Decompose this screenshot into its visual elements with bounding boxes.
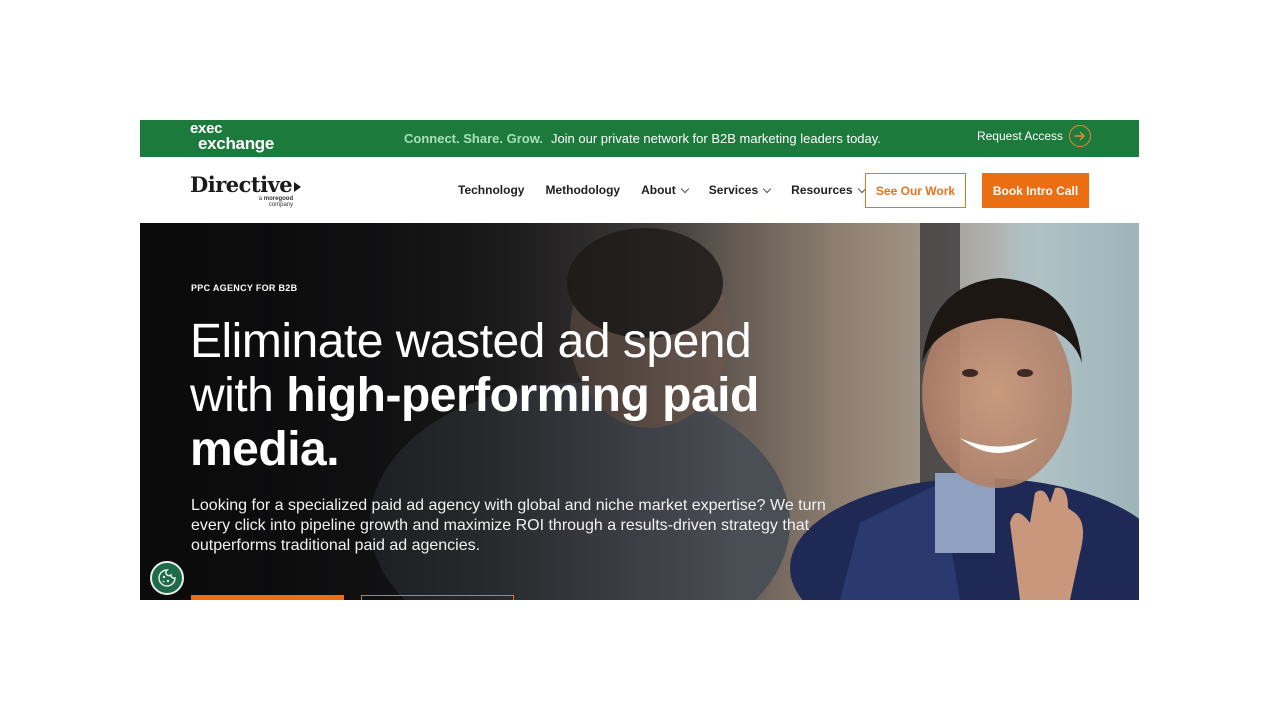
hero-headline: Eliminate wasted ad spend with high-perf… — [190, 315, 830, 477]
nav-item-label: About — [641, 183, 676, 197]
book-intro-call-button[interactable]: Book Intro Call — [982, 173, 1089, 208]
page-frame: exec exchange Connect. Share. Grow. Join … — [140, 120, 1139, 600]
nav-item-services[interactable]: Services — [708, 183, 772, 197]
hero-lede: Looking for a specialized paid ad agency… — [191, 497, 826, 554]
banner-tagline-accent: Connect. Share. Grow. — [404, 131, 543, 146]
cookie-settings-button[interactable] — [150, 561, 184, 595]
nav-item-label: Methodology — [545, 183, 621, 197]
nav-item-label: Resources — [791, 183, 853, 197]
nav-item-label: Technology — [458, 183, 525, 197]
announcement-banner: exec exchange Connect. Share. Grow. Join … — [140, 120, 1139, 157]
directive-logo[interactable]: Directive a moregood company — [190, 172, 302, 208]
banner-tagline: Connect. Share. Grow. Join our private ne… — [404, 131, 881, 146]
play-triangle-icon — [294, 182, 302, 192]
banner-tagline-text: Join our private network for B2B marketi… — [550, 131, 881, 146]
request-access-label: Request Access — [976, 129, 1063, 143]
brand-sub-suffix: company — [268, 202, 294, 208]
hero-secondary-button[interactable] — [361, 595, 514, 600]
exec-exchange-logo[interactable]: exec exchange — [190, 121, 275, 153]
see-our-work-button[interactable]: See Our Work — [865, 173, 966, 208]
hero-headline-bold: high-performing paid media. — [190, 369, 759, 476]
nav-item-methodology[interactable]: Methodology — [545, 183, 620, 197]
hero-primary-button[interactable] — [191, 595, 344, 600]
chevron-down-icon — [762, 184, 772, 193]
cookie-icon — [158, 569, 176, 587]
request-access-link[interactable]: Request Access — [977, 125, 1091, 147]
nav-item-label: Services — [708, 183, 759, 197]
nav-item-technology[interactable]: Technology — [458, 183, 524, 197]
chevron-down-icon — [680, 184, 690, 193]
arrow-right-circle-icon — [1069, 125, 1091, 147]
nav-item-about[interactable]: About — [641, 183, 690, 197]
brand-name-text: Directive — [190, 172, 293, 197]
brand-name: Directive — [190, 172, 302, 197]
nav-links: Technology Methodology About Services Re… — [458, 183, 886, 197]
brand-sub-prefix: a — [258, 196, 263, 202]
nav-item-resources[interactable]: Resources — [791, 183, 866, 197]
main-nav: Directive a moregood company Technology … — [140, 157, 1139, 223]
brand-subtitle: a moregood company — [190, 196, 301, 208]
hero-eyebrow: PPC AGENCY FOR B2B — [191, 283, 298, 293]
exec-exchange-logo-line2: exchange — [198, 134, 275, 153]
hero-section: PPC AGENCY FOR B2B Eliminate wasted ad s… — [140, 223, 1139, 600]
